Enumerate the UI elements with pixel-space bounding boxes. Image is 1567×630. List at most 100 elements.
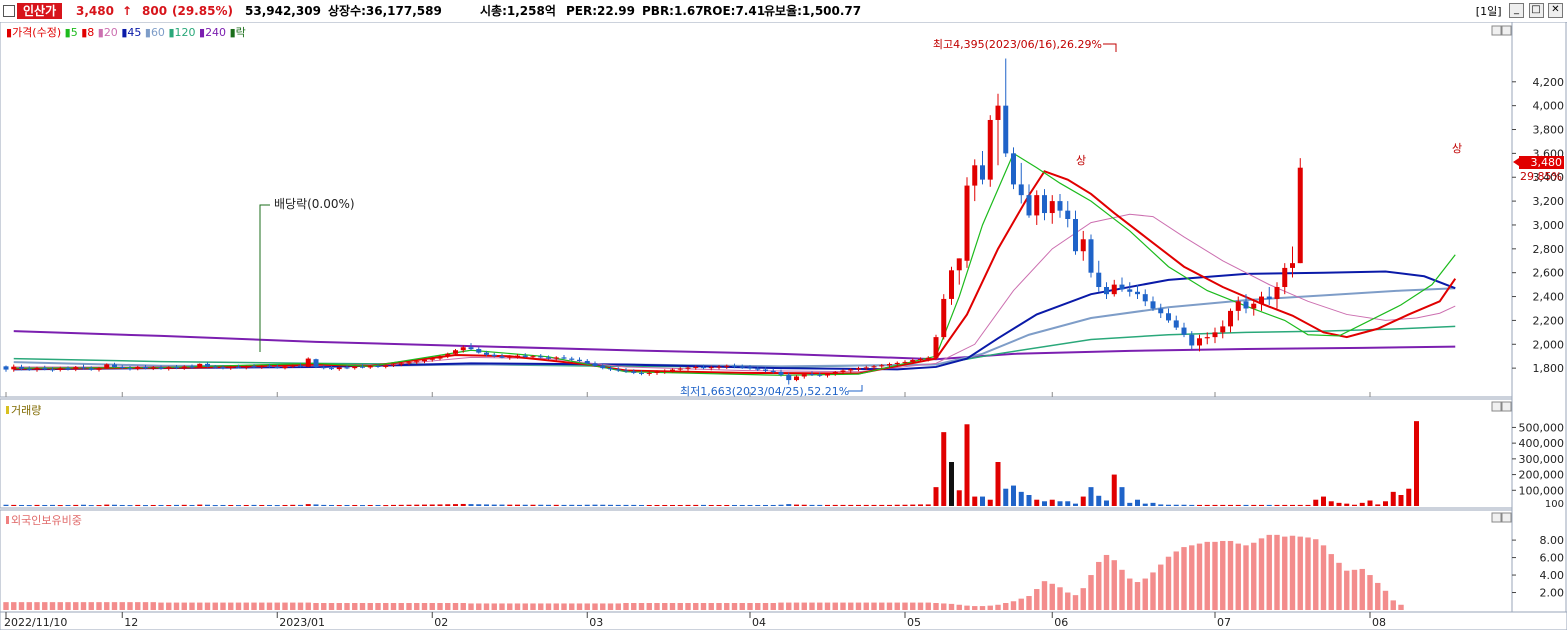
candle-body — [770, 370, 776, 372]
candle-body — [949, 270, 954, 299]
candle-body — [879, 365, 885, 367]
candle-body — [50, 369, 55, 371]
foreign-bar — [1274, 534, 1280, 610]
select-checkbox[interactable] — [3, 5, 15, 17]
candle-body — [1034, 195, 1040, 216]
candle-body — [600, 365, 606, 369]
candle-body — [1119, 284, 1125, 290]
foreign-bar — [685, 603, 691, 610]
candle-body — [584, 360, 590, 364]
volume-bar — [499, 504, 505, 506]
volume-bar — [360, 505, 365, 507]
volume-bar — [623, 504, 629, 506]
stock-name[interactable]: 인산가 — [17, 3, 63, 19]
foreign-bar — [809, 602, 815, 610]
candle-body — [763, 369, 768, 371]
volume-bar — [259, 504, 265, 506]
foreign-bar — [282, 602, 288, 610]
volume-bar — [801, 504, 807, 506]
volume-bar — [980, 496, 985, 506]
foreign-bar — [321, 603, 327, 610]
candle-body — [956, 258, 962, 271]
volume-bar — [437, 504, 443, 506]
change-percent: (29.85%) — [172, 4, 233, 18]
volume-bar — [910, 504, 916, 506]
volume-bar — [1189, 504, 1195, 506]
candle-body — [491, 354, 497, 357]
candle-body — [127, 368, 133, 370]
candle-body — [1026, 195, 1032, 216]
foreign-bar — [251, 602, 257, 610]
foreign-bar — [941, 603, 947, 610]
volume-bar — [445, 504, 451, 506]
foreign-bar — [1398, 604, 1404, 610]
candle-body — [646, 372, 652, 374]
foreign-bar — [290, 602, 296, 610]
foreign-bar — [894, 602, 900, 610]
volume-bar — [251, 504, 257, 506]
candle-body — [3, 366, 9, 370]
candle-body — [150, 367, 156, 369]
volume-bar — [755, 504, 761, 506]
candle-body — [422, 359, 427, 362]
volume-bar — [732, 504, 737, 506]
foreign-bar — [607, 603, 614, 610]
candle-body — [228, 366, 234, 369]
candle-body — [73, 367, 79, 370]
foreign-bar — [49, 602, 56, 610]
foreign-bar — [204, 602, 211, 610]
candle-body — [902, 361, 908, 363]
candle-body — [437, 356, 443, 359]
foreign-bar — [576, 603, 583, 610]
candle-body — [383, 365, 389, 367]
foreign-bar — [1181, 547, 1187, 610]
price-legend: ▮가격(수정) ▮5 ▮8 ▮20 ▮45 ▮60 ▮120 ▮240 ▮락 — [6, 26, 246, 39]
foreign-bar — [483, 603, 490, 610]
candle-body — [360, 366, 365, 368]
foreign-bar — [902, 602, 908, 610]
close-button[interactable]: ✕ — [1548, 3, 1563, 18]
candle-body — [530, 356, 536, 358]
candle-body — [1073, 219, 1078, 252]
foreign-bar — [1204, 541, 1210, 610]
low-annotation: 최저1,663(2023/04/25),52.21% — [680, 385, 849, 398]
foreign-bar — [437, 603, 443, 610]
volume-bar — [112, 504, 117, 506]
volume-bar — [685, 504, 691, 506]
foreign-bar — [313, 603, 319, 610]
period-selector[interactable]: [1일] — [1476, 5, 1502, 18]
foreign-bar — [832, 602, 838, 610]
volume-bar — [3, 504, 9, 506]
candle-body — [135, 366, 141, 370]
candle-body — [375, 365, 381, 367]
volume-bar — [1367, 500, 1373, 506]
foreign-bar — [700, 603, 707, 610]
candle-body — [19, 366, 24, 369]
volume-bar — [429, 504, 435, 506]
candle-body — [1235, 301, 1241, 311]
candle-body — [1181, 327, 1187, 335]
volume-bar — [716, 504, 722, 506]
candle-body — [1282, 267, 1288, 288]
maximize-button[interactable]: □ — [1528, 3, 1544, 18]
volume-bar — [1158, 504, 1164, 506]
volume-bar — [57, 505, 63, 507]
candle-body — [786, 374, 792, 381]
volume-panel — [0, 398, 1513, 509]
foreign-bar — [987, 605, 993, 610]
volume-bar — [902, 504, 908, 506]
foreign-bar — [1243, 545, 1249, 610]
candle-body — [391, 364, 396, 366]
volume-bar — [391, 504, 396, 506]
volume-bar — [615, 504, 621, 506]
candle-body — [615, 369, 621, 371]
candle-body — [670, 369, 675, 371]
foreign-bar — [762, 603, 769, 610]
minimize-button[interactable]: _ — [1509, 3, 1524, 18]
stock-chart[interactable]: ▮가격(수정) ▮5 ▮8 ▮20 ▮45 ▮60 ▮120 ▮240 ▮락 1… — [0, 22, 1567, 630]
foreign-bar — [1320, 545, 1327, 610]
candle-body — [445, 353, 451, 357]
volume-bar — [344, 504, 350, 506]
foreign-bar — [948, 603, 955, 610]
candle-body — [515, 355, 520, 357]
